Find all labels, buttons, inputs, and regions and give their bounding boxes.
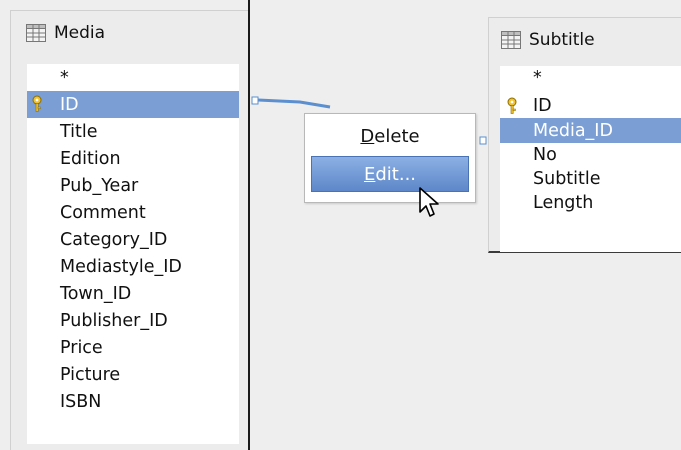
edit-mnemonic: E: [363, 163, 376, 185]
field-row[interactable]: No: [500, 143, 681, 167]
field-row[interactable]: *: [500, 66, 681, 90]
relation-endpoint-right: [479, 136, 487, 145]
field-name: Subtitle: [533, 169, 601, 189]
field-name: ID: [60, 94, 79, 115]
field-row[interactable]: Publisher_ID: [27, 307, 239, 334]
field-name: Mediastyle_ID: [60, 256, 182, 277]
field-name: ID: [533, 96, 552, 116]
field-row[interactable]: Pub_Year: [27, 172, 239, 199]
primary-key-icon: [506, 97, 518, 115]
field-row[interactable]: Picture: [27, 361, 239, 388]
relations-design-canvas[interactable]: Media * ID Title Edition Pub_Year Commen…: [0, 0, 681, 450]
field-name: ISBN: [60, 391, 102, 412]
field-row[interactable]: Town_ID: [27, 280, 239, 307]
subtitle-table-window[interactable]: Subtitle * ID Media_ID No Subtitle Lengt…: [488, 17, 681, 253]
table-icon: [501, 31, 521, 49]
field-row[interactable]: Price: [27, 334, 239, 361]
menu-item-delete[interactable]: Delete: [311, 118, 469, 154]
field-row[interactable]: Category_ID: [27, 226, 239, 253]
field-name: *: [60, 67, 69, 88]
field-row[interactable]: Comment: [27, 199, 239, 226]
field-name: Edition: [60, 148, 121, 169]
field-row[interactable]: Mediastyle_ID: [27, 253, 239, 280]
subtitle-table-title: Subtitle: [529, 30, 595, 50]
field-name: Price: [60, 337, 103, 358]
subtitle-table-titlebar[interactable]: Subtitle: [489, 18, 681, 62]
field-row[interactable]: Edition: [27, 145, 239, 172]
field-row-selected[interactable]: Media_ID: [500, 118, 681, 143]
field-name: Picture: [60, 364, 121, 385]
field-name: No: [533, 145, 557, 165]
field-name: Publisher_ID: [60, 310, 168, 331]
field-row[interactable]: *: [27, 64, 239, 91]
primary-key-icon: [31, 95, 43, 113]
edit-label-rest: dit...: [375, 163, 417, 185]
field-name: Pub_Year: [60, 175, 139, 196]
window-divider: [248, 0, 250, 450]
field-name: Comment: [60, 202, 146, 223]
field-name: *: [533, 68, 542, 88]
field-row[interactable]: ID: [500, 94, 681, 118]
media-table-window[interactable]: Media * ID Title Edition Pub_Year Commen…: [10, 10, 250, 450]
table-icon: [26, 24, 46, 42]
subtitle-field-list[interactable]: * ID Media_ID No Subtitle Length: [500, 66, 681, 252]
mouse-pointer-icon: [419, 187, 439, 217]
delete-label-rest: elete: [374, 125, 420, 147]
field-row[interactable]: ISBN: [27, 388, 239, 415]
field-row[interactable]: Title: [27, 118, 239, 145]
field-name: Town_ID: [60, 283, 132, 304]
field-row[interactable]: Length: [500, 191, 681, 215]
field-name: Media_ID: [533, 120, 613, 141]
relation-context-menu: Delete Edit...: [304, 113, 476, 203]
field-name: Title: [60, 121, 98, 142]
field-name: Length: [533, 193, 594, 213]
media-table-titlebar[interactable]: Media: [11, 11, 250, 55]
field-row[interactable]: Subtitle: [500, 167, 681, 191]
media-field-list[interactable]: * ID Title Edition Pub_Year Comment Cate…: [27, 64, 239, 444]
menu-item-edit[interactable]: Edit...: [311, 156, 469, 192]
media-table-title: Media: [54, 23, 106, 43]
relation-connector: [257, 98, 331, 109]
field-row-selected[interactable]: ID: [27, 91, 239, 118]
field-name: Category_ID: [60, 229, 168, 250]
delete-mnemonic: D: [360, 125, 375, 147]
relation-endpoint-left: [251, 96, 259, 105]
